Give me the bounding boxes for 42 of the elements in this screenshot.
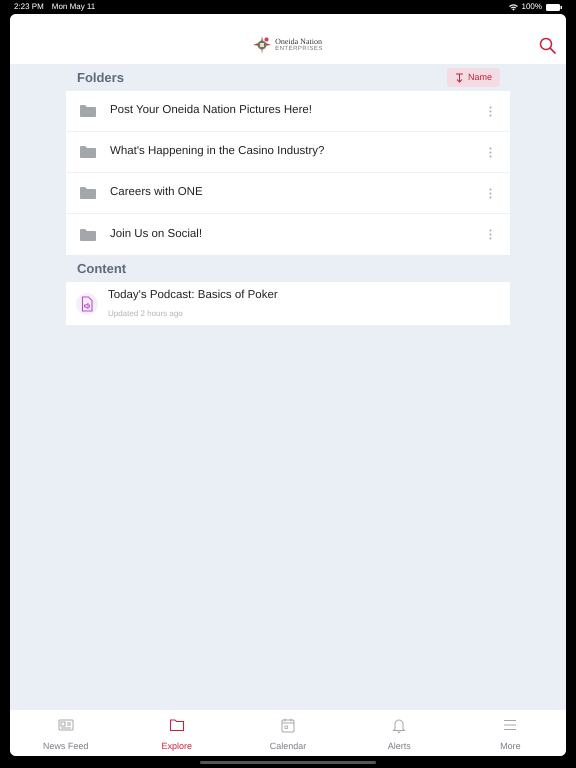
folder-row[interactable]: Post Your Oneida Nation Pictures Here!	[66, 91, 510, 132]
tab[interactable]: Calendar	[232, 710, 344, 756]
folder-icon	[80, 187, 96, 199]
calendar-icon	[280, 716, 296, 732]
folder-name: Join Us on Social!	[110, 226, 204, 242]
section-title: Folders	[77, 68, 124, 87]
folder-row[interactable]: What's Happening in the Casino Industry?	[66, 132, 510, 173]
status-time: 2:23 PM	[14, 1, 44, 13]
section-title: Content	[77, 260, 126, 278]
more-vertical-icon	[489, 229, 492, 240]
status-date: Mon May 11	[52, 1, 96, 13]
search-button[interactable]	[539, 37, 556, 54]
updated-time: Updated 2 hours ago	[108, 308, 184, 320]
folder-name: Post Your Oneida Nation Pictures Here!	[110, 103, 314, 118]
battery-level: 100%	[522, 1, 542, 13]
bell-icon	[391, 716, 408, 732]
wifi-icon	[508, 4, 518, 10]
news-icon	[58, 716, 74, 732]
logo-icon	[253, 36, 272, 54]
folder-row[interactable]: Join Us on Social!	[66, 214, 510, 255]
tab[interactable]: More	[454, 710, 566, 756]
battery-icon	[546, 4, 562, 10]
tab[interactable]: Explore	[121, 710, 232, 756]
sort-down-icon	[454, 72, 464, 82]
folder-icon	[168, 716, 185, 732]
folder-icon	[80, 228, 96, 240]
folder-row[interactable]: Careers with ONE	[66, 173, 510, 214]
more-vertical-icon	[489, 106, 492, 116]
folder-name: What's Happening in the Casino Industry?	[110, 144, 326, 160]
sort-button[interactable]: Name	[446, 68, 500, 88]
audio-file-icon	[76, 292, 98, 314]
tab[interactable]: News Feed	[10, 710, 122, 756]
folder-name: Careers with ONE	[110, 185, 204, 200]
more-vertical-icon	[489, 188, 492, 198]
tab[interactable]: Alerts	[344, 710, 455, 756]
content-row[interactable]: Today's Podcast: Basics of Poker Updated 2 hours ago	[66, 282, 510, 325]
more-vertical-icon	[489, 146, 492, 158]
folder-icon	[80, 146, 96, 158]
folder-icon	[80, 105, 96, 117]
content-title: Today's Podcast: Basics of Poker	[108, 288, 278, 304]
logo-title: Oneida Nation	[275, 38, 322, 46]
search-icon	[539, 37, 556, 54]
